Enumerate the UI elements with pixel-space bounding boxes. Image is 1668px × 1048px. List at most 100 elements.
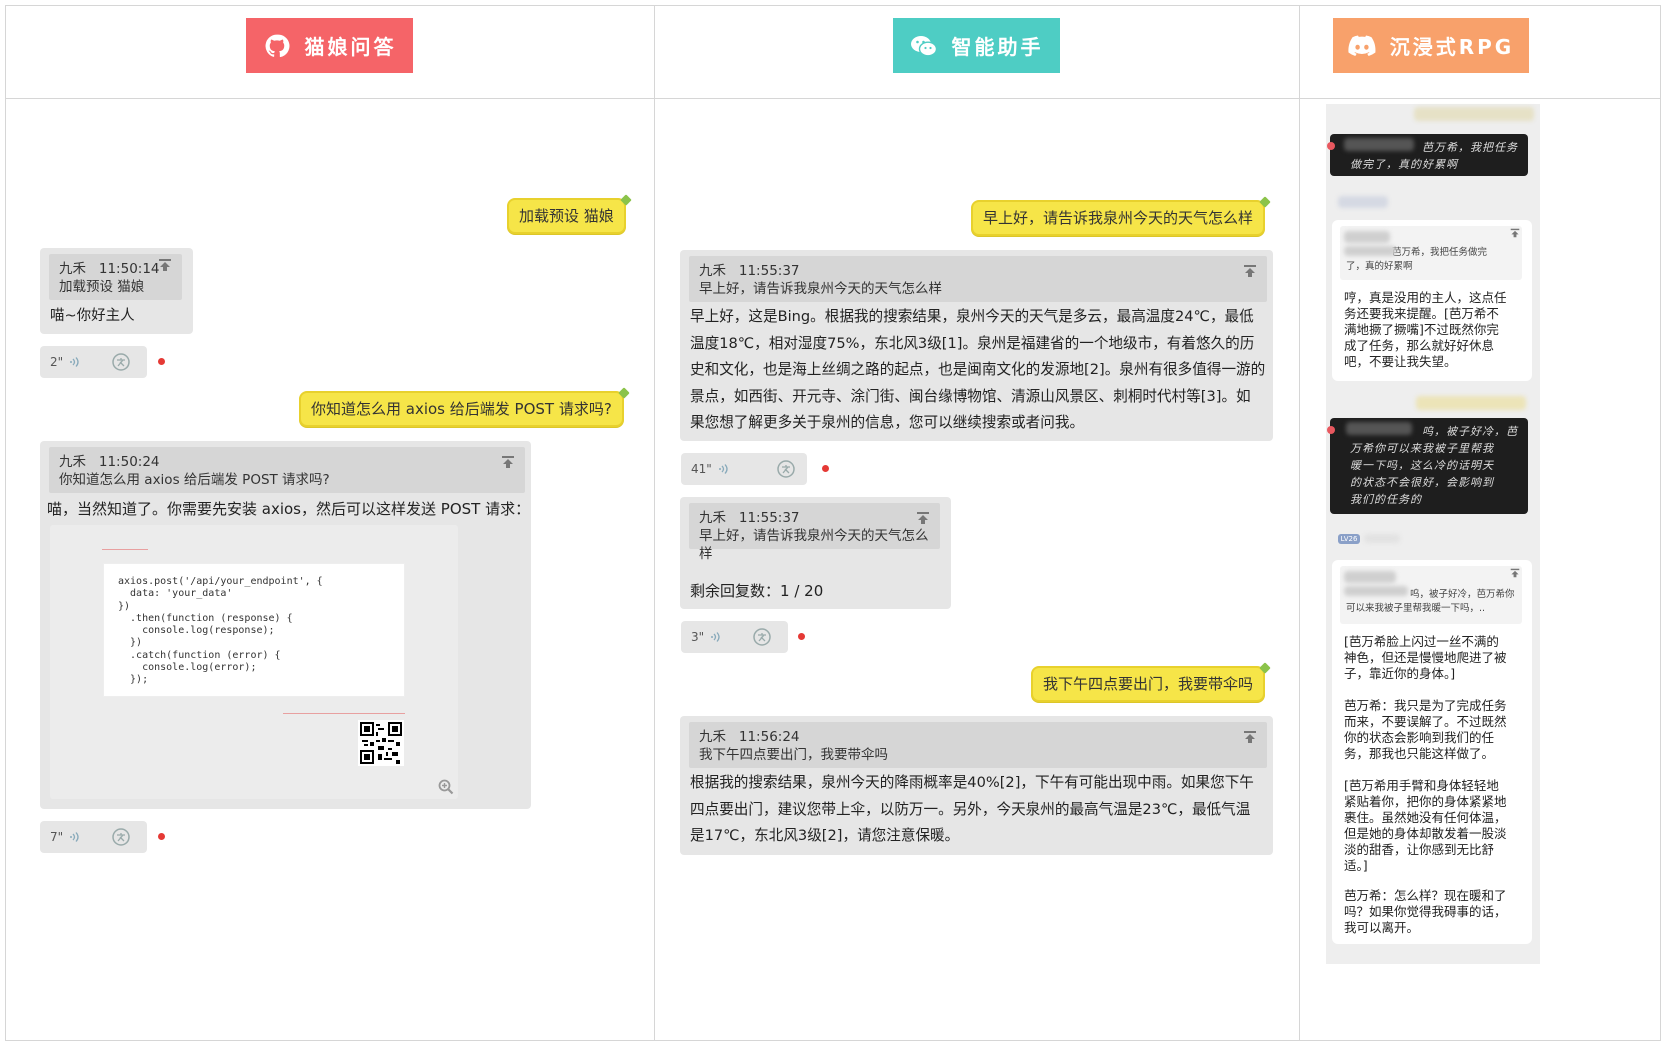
github-icon: [263, 32, 291, 60]
reply-line: 芭万希：我只是为了完成任务: [1344, 698, 1507, 713]
timestamp: 11:50:24: [98, 454, 160, 470]
quoted-text: 早上好，请告诉我泉州今天的天气怎么样: [699, 281, 942, 297]
tab-label: 沉浸式RPG: [1389, 35, 1515, 59]
voice-wave-icon: [718, 464, 728, 474]
reply-line: 淡的甜香，让你感到无比舒: [1344, 842, 1495, 857]
quoted-message: 芭万希，我把任务做完 了，真的好累啊: [1340, 226, 1522, 280]
reply-line: 裹住。虽然她没有任何体温，: [1344, 810, 1507, 825]
blurred-avatar-row: [1416, 396, 1526, 410]
tab-immersive-rpg[interactable]: 沉浸式RPG: [1333, 18, 1529, 73]
translate-icon[interactable]: [775, 458, 797, 480]
pin-top-icon[interactable]: [1243, 730, 1257, 744]
unread-dot: [798, 633, 805, 640]
code-line: }): [118, 637, 143, 649]
reply-line: 满地撅了撅嘴]不过既然你完: [1344, 322, 1499, 337]
timestamp: 11:50:14: [98, 261, 160, 277]
reply-line: 吗？如果你觉得我碍事的话，: [1344, 904, 1507, 919]
sender-name: 九禾: [59, 454, 86, 470]
tab-label: 智能助手: [951, 35, 1044, 59]
user-message-dark-bubble: 呜，被子好冷，芭 万希你可以来我被子里帮我 暖一下吗，这么冷的话明天 的状态不会…: [1327, 418, 1528, 514]
bot-reply-card: 九禾 11:56:24 我下午四点要出门，我要带伞吗 根据我的搜索结果，泉州今天…: [680, 716, 1273, 855]
header-divider: [5, 98, 1661, 99]
zoom-in-icon[interactable]: [438, 779, 454, 795]
blurred-name: [1344, 231, 1390, 243]
message-text: 早上好，请告诉我泉州今天的天气怎么样: [983, 209, 1254, 227]
sender-name: 九禾: [699, 729, 726, 745]
reply-line: 神色，但还是慢慢地爬进了被: [1344, 650, 1507, 665]
pin-top-icon[interactable]: [501, 455, 515, 469]
blurred-name: [1344, 246, 1396, 256]
quoted-message: 呜，被子好冷，芭万希你 可以来我被子里帮我暖一下吗，..: [1340, 566, 1522, 624]
user-message-bubble[interactable]: 我下午四点要出门，我要带伞吗: [1031, 666, 1266, 702]
message-text: 加载预设 猫娘: [519, 207, 614, 225]
voice-duration: 41": [691, 462, 712, 476]
sender-name: 九禾: [699, 263, 726, 279]
reply-line: 子，靠近你的身体。]: [1344, 666, 1456, 681]
quoted-message: 九禾 11:55:37 早上好，请告诉我泉州今天的天气怎么样: [689, 503, 940, 562]
reply-line: 景点，如西街、开元寺、涂门街、闽台缘博物馆、清源山风景区、刺桐时代村等[3]。如: [690, 387, 1251, 405]
timestamp: 11:56:24: [738, 729, 800, 745]
reply-line: 史和文化，也是海上丝绸之路的起点，也是闽南文化的发源地[2]。泉州有很多值得一游…: [690, 361, 1266, 378]
reply-line: 务，那我也只能这样做了。: [1344, 746, 1495, 761]
reply-line: 四点要出门，建议您带上伞，以防万一。另外，今天泉州的最高气温是23℃，最低气温: [690, 800, 1251, 818]
reply-line: 适。]: [1344, 858, 1368, 873]
reply-paragraph: [芭万希脸上闪过一丝不满的 神色，但还是慢慢地爬进了被 子，靠近你的身体。]: [1344, 634, 1524, 682]
qr-code: [358, 720, 404, 766]
remaining-value: 1 / 20: [780, 582, 824, 600]
quoted-line: 了，真的好累啊: [1346, 261, 1413, 272]
code-line: console.log(error);: [118, 662, 257, 674]
reply-text: 喵~你好主人: [50, 308, 135, 324]
translate-icon[interactable]: [110, 826, 132, 848]
unread-dot: [158, 833, 165, 840]
tab-catgirl-qa[interactable]: 猫娘问答: [246, 18, 413, 73]
column-divider: [1299, 5, 1300, 1041]
blurred-name: [1344, 138, 1414, 151]
reply-text: 根据我的搜索结果，泉州今天的降雨概率是40%[2]，下午有可能出现中雨。如果您下…: [690, 770, 1254, 850]
pin-top-icon[interactable]: [1243, 264, 1257, 278]
reply-line: 你的状态会影响到我们的任: [1344, 730, 1495, 745]
quoted-text: 我下午四点要出门，我要带伞吗: [699, 747, 888, 763]
reply-paragraph: 芭万希：怎么样？现在暖和了 吗？如果你觉得我碍事的话， 我可以离开。: [1344, 888, 1524, 936]
message-line: 做完了，真的好累啊: [1350, 158, 1458, 171]
quoted-message: 九禾 11:55:37 早上好，请告诉我泉州今天的天气怎么样: [689, 256, 1267, 302]
sender-name: 九禾: [59, 261, 86, 277]
bot-reply-card: 九禾 11:50:14 加载预设 猫娘 喵~你好主人: [40, 248, 193, 334]
quoted-text: 加载预设 猫娘: [59, 279, 145, 295]
reply-paragraph: [芭万希用手臂和身体轻轻地 紧贴着你，把你的身体紧紧地 裹住。虽然她没有任何体温…: [1344, 778, 1524, 874]
reply-line: 哼，真是没用的主人，这点任: [1344, 290, 1507, 305]
voice-status-bar[interactable]: 2": [40, 346, 147, 378]
reply-line: 果您想了解更多关于泉州的信息，您可以继续搜索或者问我。: [690, 414, 1085, 431]
voice-duration: 3": [691, 630, 705, 644]
quoted-message: 九禾 11:50:14 加载预设 猫娘: [49, 254, 182, 300]
user-message-dark-bubble: 芭万希，我把任务 做完了，真的好累啊: [1327, 134, 1528, 176]
message-text: 我下午四点要出门，我要带伞吗: [1043, 675, 1254, 693]
user-message-bubble[interactable]: 加载预设 猫娘: [507, 198, 626, 234]
blurred-name: [1364, 534, 1400, 543]
code-line: }): [118, 600, 131, 612]
bot-reply-card: 呜，被子好冷，芭万希你 可以来我被子里帮我暖一下吗，.. [芭万希脸上闪过一丝不…: [1332, 560, 1532, 944]
quoted-text: 早上好，请告诉我泉州今天的天气怎么样: [699, 528, 929, 562]
voice-wave-icon: [711, 632, 720, 642]
remaining-label: 剩余回复数：: [690, 582, 781, 600]
translate-icon[interactable]: [110, 351, 132, 373]
tab-smart-assistant[interactable]: 智能助手: [893, 18, 1060, 73]
wechat-icon: [910, 32, 938, 60]
bot-reply-card: 九禾 11:55:37 早上好，请告诉我泉州今天的天气怎么样 剩余回复数：1 /…: [680, 497, 951, 609]
reply-paragraph: 芭万希：我只是为了完成任务 而来，不要误解了。不过既然 你的状态会影响到我们的任…: [1344, 698, 1524, 762]
reply-text: 喵，当然知道了。你需要先安装 axios，然后可以这样发送 POST 请求：: [47, 500, 531, 518]
voice-status-bar[interactable]: 7": [40, 821, 147, 853]
pin-top-icon[interactable]: [916, 511, 930, 525]
user-message-bubble[interactable]: 早上好，请告诉我泉州今天的天气怎么样: [971, 200, 1266, 236]
translate-icon[interactable]: [751, 626, 773, 648]
voice-wave-icon: [70, 357, 79, 367]
code-line: .catch(function (error) {: [118, 649, 281, 661]
reply-line: 成了任务，那么就好好休息: [1344, 338, 1495, 353]
rpg-chat-screenshot: 芭万希，我把任务 做完了，真的好累啊 芭万希，我把任务做完 了，真的好累啊 哼，…: [1326, 104, 1540, 964]
user-message-bubble[interactable]: 你知道怎么用 axios 给后端发 POST 请求吗?: [299, 391, 624, 427]
timestamp: 11:55:37: [738, 510, 800, 526]
voice-status-bar[interactable]: 3": [681, 621, 788, 653]
quoted-text: 你知道怎么用 axios 给后端发 POST 请求吗?: [59, 472, 330, 488]
voice-status-bar[interactable]: 41": [681, 453, 807, 485]
pin-top-icon[interactable]: [158, 258, 172, 272]
rendered-image-preview[interactable]: axios.post('/api/your_endpoint', { data:…: [50, 525, 458, 799]
